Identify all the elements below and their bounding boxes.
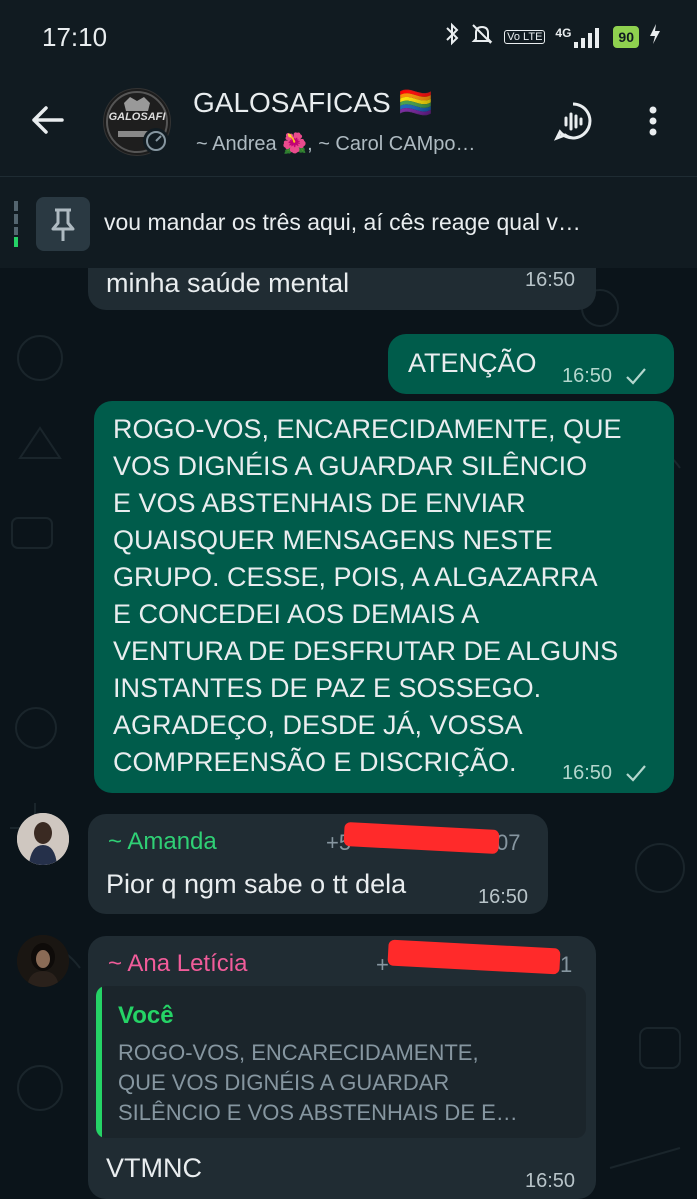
timer-badge-icon [143,128,169,154]
pinned-message-bar[interactable]: vou mandar os três aqui, aí cês reage qu… [0,176,697,269]
sent-check-icon [626,765,646,782]
avatar[interactable] [17,935,69,987]
status-bar: 17:10 Vo LTE 4G 90 [0,0,697,76]
message-bubble-outgoing[interactable]: ROGO-VOS, ENCARECIDAMENTE, QUE VOS DIGNÉ… [94,401,674,793]
pin-indicator [14,201,18,247]
message-time: 16:50 [562,762,613,784]
message-text: Pior q ngm sabe o tt dela [106,869,407,899]
message-time: 16:50 [478,886,529,908]
sender-phone-suffix: 1 [560,952,573,977]
avatar[interactable] [17,813,69,865]
group-avatar-text: GALOSAFI [108,111,166,123]
quoted-message[interactable]: Você ROGO-VOS, ENCARECIDAMENTE, QUE VOS … [96,986,586,1138]
pinned-message-text: vou mandar os três aqui, aí cês reage qu… [104,209,581,235]
quote-author: Você [118,1002,174,1029]
arrow-left-icon [32,106,64,134]
message-text: VTMNC [106,1153,202,1183]
message-time: 16:50 [562,365,613,387]
message-bubble-incoming[interactable]: ~ Amanda +5 07 Pior q ngm sabe o tt dela… [88,814,548,914]
message-bubble-outgoing[interactable]: ATENÇÃO 16:50 [388,334,674,394]
bluetooth-icon [444,22,460,52]
message-bubble-incoming[interactable]: ~ Ana Letícia + 1 Você ROGO-VOS, ENCAREC… [88,936,596,1199]
redaction-mark [387,939,561,975]
sent-check-icon [626,368,646,385]
status-icons: Vo LTE 4G 90 [444,22,661,52]
status-time: 17:10 [42,22,108,52]
group-members[interactable]: ~ Andrea 🌺, ~ Carol CAMpo… [196,131,475,156]
charging-icon [649,23,661,51]
more-vert-icon [649,106,657,136]
voice-chat-button[interactable] [552,100,594,142]
sender-phone-suffix: 07 [496,830,521,855]
quote-text: ROGO-VOS, ENCARECIDAMENTE, QUE VOS DIGNÉ… [118,1040,518,1125]
message-bubble-incoming[interactable]: minha saúde mental 16:50 [88,268,596,310]
message-time: 16:50 [525,1170,576,1192]
message-text: minha saúde mental [106,268,350,298]
sender-name[interactable]: ~ Ana Letícia [108,950,247,978]
message-time: 16:50 [525,269,576,291]
pin-icon [36,197,90,251]
person-avatar-icon [17,935,69,987]
sender-name[interactable]: ~ Amanda [108,828,217,856]
message-text: ATENÇÃO [408,348,537,378]
chat-header: GALOSAFI GALOSAFICAS 🏳️‍🌈 ~ Andrea 🌺, ~ … [0,76,697,176]
network-type: 4G [555,26,572,40]
person-avatar-icon [17,813,69,865]
signal-icon: 4G [555,26,603,48]
volte-icon: Vo LTE [504,30,546,44]
message-list[interactable]: minha saúde mental 16:50 ATENÇÃO 16:50 R… [0,268,697,1199]
message-text: ROGO-VOS, ENCARECIDAMENTE, QUE VOS DIGNÉ… [113,414,622,777]
bell-muted-icon [470,22,494,52]
back-button[interactable] [28,100,68,140]
quote-accent-bar [96,986,102,1138]
battery-icon: 90 [613,26,639,48]
group-name[interactable]: GALOSAFICAS 🏳️‍🌈 [193,86,433,119]
more-options-button[interactable] [638,102,668,142]
redaction-mark [343,821,500,855]
audio-chat-icon [553,102,592,141]
